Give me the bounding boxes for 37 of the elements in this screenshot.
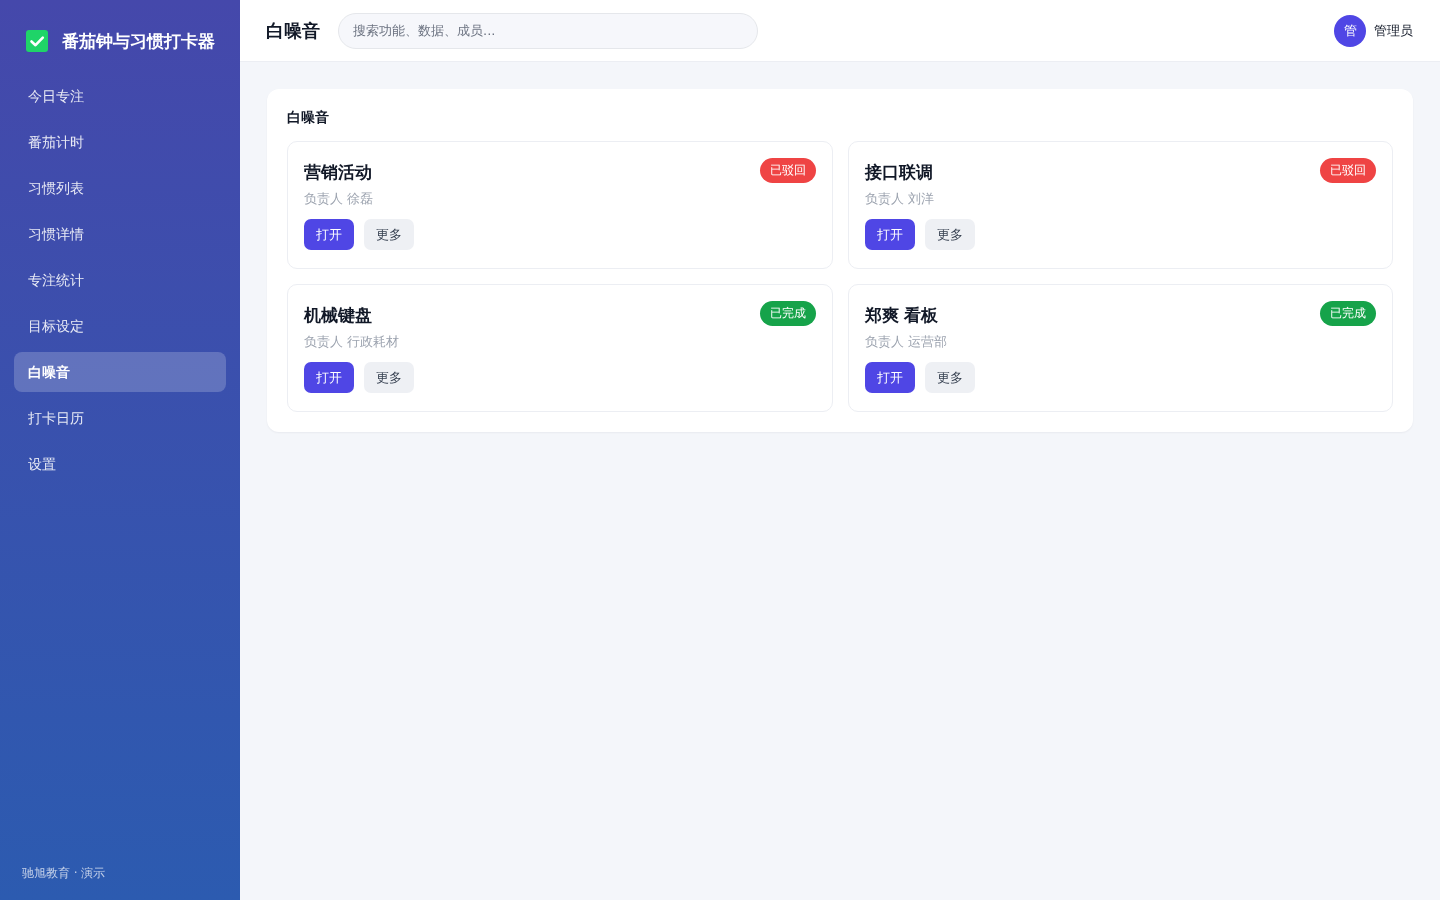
nav-item[interactable]: 白噪音 [14,352,226,392]
status-badge: 已驳回 [1320,158,1376,183]
more-button[interactable]: 更多 [364,219,414,250]
nav-item[interactable]: 番茄计时 [14,122,226,162]
owner-text: 负责人 运营部 [864,333,948,351]
footer-text: 驰旭教育 · 演示 [21,865,107,882]
panel-title: 白噪音 [287,108,330,127]
owner-text: 负责人 徐磊 [304,190,375,208]
open-button[interactable]: 打开 [304,219,354,250]
nav-item[interactable]: 目标设定 [14,306,226,346]
nav-item[interactable]: 习惯列表 [14,168,226,208]
nav-item[interactable]: 习惯详情 [14,214,226,254]
search-field[interactable]: 搜索功能、数据、成员... [338,12,758,49]
more-button[interactable]: 更多 [364,362,414,393]
card-title: 营销活动 [304,161,372,184]
app-title: 番茄钟与习惯打卡器 [62,29,215,53]
open-button[interactable]: 打开 [304,362,354,393]
more-button[interactable]: 更多 [924,362,975,393]
page-title: 白噪音 [266,18,320,43]
card-title: 郑爽 看板 [864,304,939,327]
user-name: 管理员 [1374,21,1413,40]
card-title: 接口联调 [864,161,933,184]
nav-item[interactable]: 专注统计 [14,260,226,300]
open-button[interactable]: 打开 [864,362,915,393]
status-badge: 已完成 [759,301,816,326]
open-button[interactable]: 打开 [864,219,915,250]
nav-item[interactable]: 设置 [14,444,226,484]
status-badge: 已完成 [1320,301,1376,326]
owner-text: 负责人 刘洋 [864,190,935,208]
card-title: 机械键盘 [304,304,372,327]
nav-item[interactable]: 今日专注 [14,76,226,116]
owner-text: 负责人 行政耗材 [304,333,401,351]
more-button[interactable]: 更多 [924,219,975,250]
status-badge: 已驳回 [759,158,816,183]
avatar[interactable]: 管 [1334,14,1366,47]
nav-item[interactable]: 打卡日历 [14,398,226,438]
checkbox-check-icon [26,30,48,52]
